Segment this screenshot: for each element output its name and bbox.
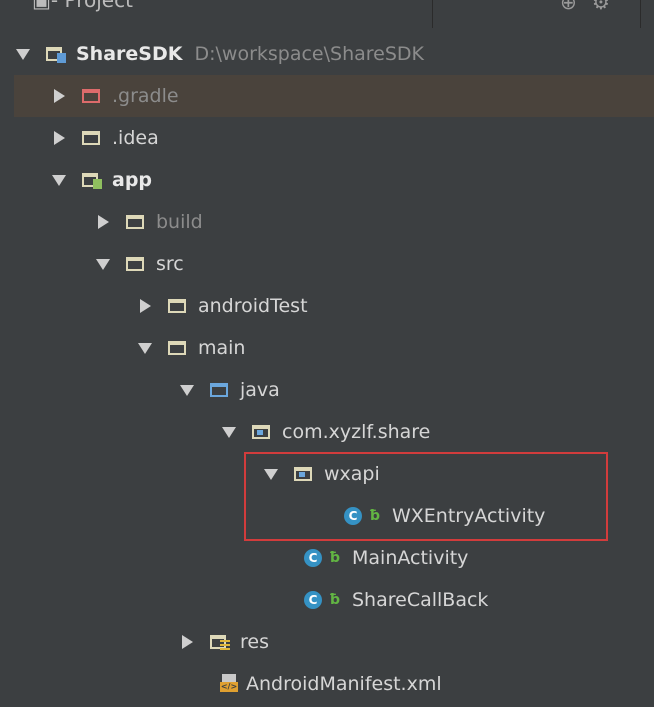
folder-excluded-icon bbox=[82, 87, 104, 105]
expand-arrow-icon[interactable] bbox=[178, 381, 196, 399]
tree-node-gradle[interactable]: .gradle bbox=[14, 75, 654, 117]
collapse-arrow-icon[interactable] bbox=[50, 129, 68, 147]
public-access-icon: ƀ bbox=[329, 550, 341, 566]
panel-left-edge bbox=[0, 28, 14, 707]
panel-title[interactable]: ▣- Project bbox=[32, 0, 133, 12]
tree-node-label: .gradle bbox=[112, 85, 179, 107]
header-divider-right bbox=[640, 0, 641, 28]
folder-icon bbox=[168, 339, 190, 357]
expand-arrow-icon[interactable] bbox=[220, 423, 238, 441]
tree-node-androidmanifest[interactable]: </> AndroidManifest.xml bbox=[14, 663, 654, 705]
tree-node-res[interactable]: res bbox=[14, 621, 654, 663]
class-icon: C bbox=[304, 591, 322, 609]
expand-arrow-icon[interactable] bbox=[50, 171, 68, 189]
tree-node-label: com.xyzlf.share bbox=[282, 421, 431, 443]
globe-icon[interactable]: ⊕ bbox=[560, 0, 577, 14]
tree-node-label: app bbox=[112, 169, 153, 191]
expand-arrow-icon[interactable] bbox=[136, 339, 154, 357]
tree-node-label: java bbox=[240, 379, 280, 401]
tree-node-java[interactable]: java bbox=[14, 369, 654, 411]
project-path: D:\workspace\ShareSDK bbox=[194, 43, 424, 65]
tree-node-sharesdk[interactable]: ShareSDK D:\workspace\ShareSDK bbox=[14, 33, 654, 75]
tree-node-label: ShareSDK bbox=[76, 43, 183, 65]
tree-node-src[interactable]: src bbox=[14, 243, 654, 285]
tree-node-sharecallback[interactable]: C ƀ ShareCallBack bbox=[14, 579, 654, 621]
folder-icon bbox=[126, 255, 148, 273]
tree-node-mainactivity[interactable]: C ƀ MainActivity bbox=[14, 537, 654, 579]
tree-node-label: AndroidManifest.xml bbox=[246, 673, 442, 695]
module-folder-icon bbox=[46, 45, 68, 63]
tree-node-label: .idea bbox=[112, 127, 159, 149]
package-icon bbox=[252, 423, 274, 441]
tree-node-label: main bbox=[198, 337, 246, 359]
collapse-arrow-icon[interactable] bbox=[94, 213, 112, 231]
tree-node-main[interactable]: main bbox=[14, 327, 654, 369]
project-panel-header: ▣- Project ⊕ ⚙ bbox=[0, 0, 654, 28]
tree-node-package-share[interactable]: com.xyzlf.share bbox=[14, 411, 654, 453]
expand-arrow-icon[interactable] bbox=[94, 255, 112, 273]
tree-node-build[interactable]: build bbox=[14, 201, 654, 243]
android-module-icon bbox=[82, 171, 104, 189]
tree-node-idea[interactable]: .idea bbox=[14, 117, 654, 159]
collapse-arrow-icon[interactable] bbox=[136, 297, 154, 315]
folder-icon bbox=[126, 213, 148, 231]
collapse-arrow-icon[interactable] bbox=[50, 87, 68, 105]
tree-node-label: androidTest bbox=[198, 295, 308, 317]
expand-arrow-icon[interactable] bbox=[14, 45, 32, 63]
folder-icon bbox=[168, 297, 190, 315]
tree-node-label: MainActivity bbox=[352, 547, 469, 569]
header-divider bbox=[432, 0, 433, 28]
tree-node-label: ShareCallBack bbox=[352, 589, 489, 611]
settings-icon[interactable]: ⚙ bbox=[592, 0, 610, 14]
highlight-annotation-box bbox=[244, 452, 608, 541]
public-access-icon: ƀ bbox=[329, 592, 341, 608]
tree-node-label: src bbox=[156, 253, 184, 275]
class-icon: C bbox=[304, 549, 322, 567]
tree-node-label: res bbox=[240, 631, 269, 653]
tree-node-label: build bbox=[156, 211, 203, 233]
source-root-icon bbox=[210, 381, 232, 399]
tree-node-app[interactable]: app bbox=[14, 159, 654, 201]
xml-manifest-icon: </> bbox=[220, 674, 240, 694]
tree-node-androidtest[interactable]: androidTest bbox=[14, 285, 654, 327]
resource-folder-icon bbox=[210, 633, 232, 652]
panel-title-label: Project bbox=[64, 0, 133, 12]
collapse-arrow-icon[interactable] bbox=[178, 633, 196, 651]
folder-icon bbox=[82, 129, 104, 147]
